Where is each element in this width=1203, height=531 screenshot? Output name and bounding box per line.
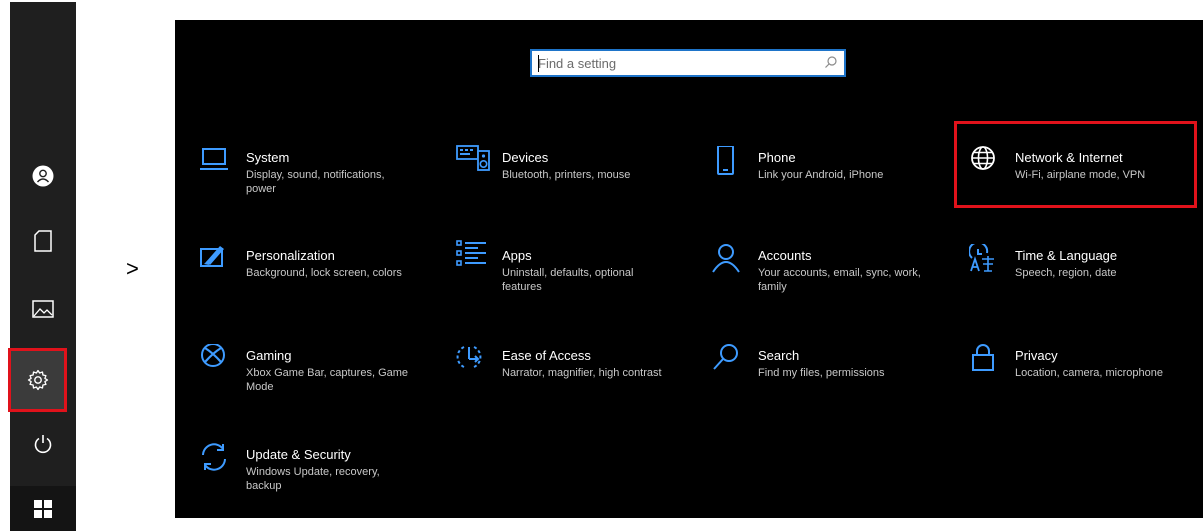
- settings-window: System Display, sound, notifications, po…: [175, 20, 1203, 518]
- tile-apps[interactable]: Apps Uninstall, defaults, optional featu…: [456, 240, 696, 320]
- search-input[interactable]: [538, 51, 808, 75]
- tile-system[interactable]: System Display, sound, notifications, po…: [200, 146, 440, 226]
- power-button[interactable]: [10, 420, 76, 468]
- ease-of-access-icon: [456, 346, 482, 368]
- apps-list-icon: [456, 240, 486, 266]
- tile-title: Privacy: [1015, 348, 1058, 363]
- pictures-icon: [32, 300, 54, 318]
- tile-title: Gaming: [246, 348, 292, 363]
- tile-gaming[interactable]: Gaming Xbox Game Bar, captures, Game Mod…: [200, 344, 440, 424]
- tile-description: Your accounts, email, sync, work, family: [758, 267, 921, 293]
- tile-title: Personalization: [246, 248, 335, 263]
- tile-phone[interactable]: Phone Link your Android, iPhone: [712, 146, 952, 226]
- settings-button[interactable]: [8, 348, 67, 412]
- tile-title: Accounts: [758, 248, 812, 263]
- tile-title: Phone: [758, 150, 796, 165]
- tile-title: System: [246, 150, 290, 165]
- laptop-icon: [200, 148, 228, 170]
- xbox-icon: [201, 344, 225, 367]
- tile-devices[interactable]: Devices Bluetooth, printers, mouse: [456, 142, 696, 222]
- tile-description: Display, sound, notifications, power: [246, 169, 385, 195]
- tile-title: Time & Language: [1015, 248, 1118, 263]
- start-button[interactable]: [10, 486, 76, 531]
- tile-title: Ease of Access: [502, 348, 591, 363]
- tile-ease-of-access[interactable]: Ease of Access Narrator, magnifier, high…: [456, 344, 696, 424]
- user-account-button[interactable]: [10, 152, 76, 200]
- lock-icon: [972, 344, 994, 371]
- windows-logo-icon: [34, 499, 52, 518]
- tile-description: Uninstall, defaults, optional features: [502, 267, 634, 293]
- search-box[interactable]: [530, 49, 846, 77]
- tile-personalization[interactable]: Personalization Background, lock screen,…: [200, 244, 440, 324]
- text-caret: [538, 55, 539, 72]
- tile-description: Background, lock screen, colors: [246, 267, 402, 279]
- document-icon: [34, 230, 52, 252]
- time-language-icon: [969, 244, 994, 272]
- paint-icon: [200, 246, 224, 267]
- tile-description: Bluetooth, printers, mouse: [502, 169, 631, 181]
- gear-icon: [27, 369, 49, 391]
- tile-privacy[interactable]: Privacy Location, camera, microphone: [969, 344, 1203, 424]
- tile-title: Search: [758, 348, 800, 363]
- search-icon: [713, 344, 738, 370]
- power-icon: [34, 435, 52, 454]
- user-avatar-icon: [32, 165, 54, 187]
- keyboard-speaker-icon: [456, 145, 490, 171]
- tile-search[interactable]: Search Find my files, permissions: [712, 344, 952, 424]
- tile-update-security[interactable]: Update & Security Windows Update, recove…: [200, 443, 440, 523]
- tile-description: Location, camera, microphone: [1015, 367, 1163, 379]
- step-arrow: >: [126, 256, 139, 281]
- tile-description: Find my files, permissions: [758, 367, 885, 379]
- tile-description: Speech, region, date: [1015, 267, 1117, 279]
- start-menu-rail: [8, 2, 76, 531]
- person-icon: [712, 244, 740, 273]
- tile-title: Update & Security: [246, 447, 351, 462]
- phone-icon: [717, 146, 734, 175]
- tile-title: Apps: [502, 248, 532, 263]
- tile-description: Xbox Game Bar, captures, Game Mode: [246, 367, 409, 393]
- sync-icon: [202, 443, 226, 471]
- documents-button[interactable]: [10, 217, 76, 265]
- tile-title: Devices: [502, 150, 549, 165]
- tile-description: Link your Android, iPhone: [758, 169, 884, 181]
- tile-description: Narrator, magnifier, high contrast: [502, 367, 662, 379]
- network-highlight-box: [954, 121, 1197, 208]
- search-icon[interactable]: [824, 55, 838, 69]
- tile-accounts[interactable]: Accounts Your accounts, email, sync, wor…: [712, 244, 952, 324]
- tile-time-language[interactable]: Time & Language Speech, region, date: [969, 244, 1203, 324]
- pictures-button[interactable]: [10, 285, 76, 333]
- tile-description: Windows Update, recovery, backup: [246, 466, 380, 492]
